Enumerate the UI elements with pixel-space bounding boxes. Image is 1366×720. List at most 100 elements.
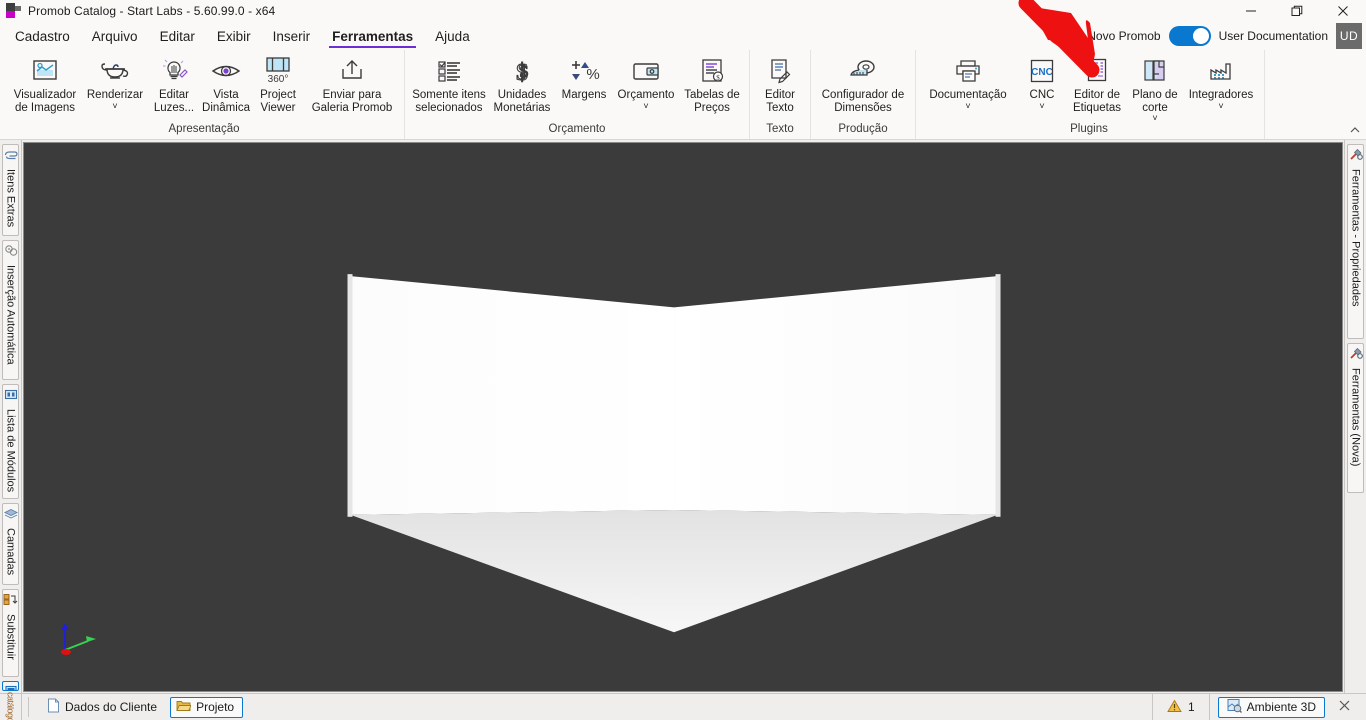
folder-icon bbox=[176, 699, 192, 715]
sidebar-item-lista-de-modulos[interactable]: Lista de Módulos bbox=[2, 383, 19, 500]
ribbon-group-label: Plugins bbox=[1070, 123, 1108, 135]
toggle-knob bbox=[1192, 28, 1209, 44]
status-tab-projeto[interactable]: Projeto bbox=[170, 696, 244, 718]
ribbon-button-cnc[interactable]: CNC CNC ˅ bbox=[1016, 52, 1068, 111]
menu-item-arquivo[interactable]: Arquivo bbox=[81, 22, 149, 50]
maximize-button[interactable] bbox=[1274, 0, 1320, 22]
ribbon-button-editor-texto[interactable]: Editor Texto bbox=[754, 52, 806, 114]
menu-item-exibir[interactable]: Exibir bbox=[206, 22, 262, 50]
ribbon-button-editar-luzes[interactable]: Editar Luzes... bbox=[148, 52, 200, 114]
environment-tab-label: Ambiente 3D bbox=[1246, 700, 1316, 714]
sidebar-item-ferramentas-propriedades[interactable]: Ferramentas - Propriedades bbox=[1347, 144, 1364, 339]
environment-tab-ambiente-3d[interactable]: Ambiente 3D bbox=[1217, 696, 1325, 718]
ribbon-button-visualizador-de-imagens[interactable]: Visualizador de Imagens bbox=[8, 52, 82, 114]
chevron-down-icon[interactable]: ˅ bbox=[1039, 101, 1044, 111]
environment-close-button[interactable] bbox=[1331, 700, 1358, 714]
chevron-down-icon[interactable]: ˅ bbox=[643, 101, 648, 111]
close-button[interactable] bbox=[1320, 0, 1366, 22]
sidebar-item-label: Ferramentas (Nova) bbox=[1349, 368, 1362, 467]
ribbon-button-label: Vista Dinâmica bbox=[202, 89, 250, 114]
upload-gallery-icon bbox=[335, 55, 369, 87]
status-tab-dados-do-cliente[interactable]: Dados do Cliente bbox=[41, 697, 166, 718]
menu-item-inserir[interactable]: Inserir bbox=[262, 22, 322, 50]
workspace: Itens Extras Inserção Automática Lista d… bbox=[0, 140, 1366, 693]
chevron-down-icon[interactable]: ˅ bbox=[965, 101, 970, 111]
viewport-3d[interactable] bbox=[23, 142, 1343, 692]
novo-promob-toggle[interactable] bbox=[1168, 26, 1211, 46]
chevron-down-icon[interactable]: ˅ bbox=[1218, 101, 1223, 111]
menu-item-cadastro[interactable]: Cadastro bbox=[4, 22, 81, 50]
sidebar-item-itens-extras[interactable]: Itens Extras bbox=[2, 144, 19, 236]
ribbon-button-project-viewer[interactable]: 360° Project Viewer bbox=[252, 52, 304, 114]
ribbon-button-plano-de-corte[interactable]: Plano de corte ˅ bbox=[1126, 52, 1184, 123]
catalog-logo: catálogo bbox=[0, 691, 22, 720]
menu-item-ferramentas[interactable]: Ferramentas bbox=[321, 22, 424, 50]
ribbon-button-vista-dinamica[interactable]: Vista Dinâmica bbox=[200, 52, 252, 114]
menu-label: Ferramentas bbox=[332, 28, 414, 44]
avatar-initials: UD bbox=[1339, 29, 1359, 43]
document-icon bbox=[47, 698, 60, 716]
ribbon-button-enviar-para-galeria-promob[interactable]: Enviar para Galeria Promob bbox=[304, 52, 400, 114]
tools-new-icon bbox=[1349, 347, 1363, 365]
warning-indicator[interactable]: 1 bbox=[1151, 694, 1209, 720]
ribbon-button-renderizar[interactable]: Renderizar ˅ bbox=[82, 52, 148, 111]
sidebar-item-label: Substituir bbox=[4, 614, 17, 661]
svg-text:%: % bbox=[586, 66, 599, 83]
ribbon-group-apresentacao: Visualizador de Imagens Renderizar ˅ Edi… bbox=[4, 50, 404, 139]
teapot-render-icon bbox=[98, 55, 132, 87]
printer-documentation-icon bbox=[951, 55, 985, 87]
avatar[interactable]: UD bbox=[1336, 23, 1362, 49]
ribbon-button-configurador-de-dimensoes[interactable]: Configurador de Dimensões bbox=[815, 52, 911, 114]
sidebar-item-label: Itens Extras bbox=[4, 169, 17, 228]
sidebar-item-label: Inserção Automática bbox=[4, 264, 17, 365]
ribbon-button-label: Margens bbox=[561, 89, 607, 101]
ribbon-button-editor-de-etiquetas[interactable]: Editor de Etiquetas bbox=[1068, 52, 1126, 114]
sidebar-item-catalogo[interactable]: Catálogo bbox=[2, 681, 19, 691]
svg-text:$: $ bbox=[716, 74, 720, 82]
minimize-icon bbox=[1246, 10, 1256, 12]
ribbon-button-label: Renderizar bbox=[86, 89, 144, 101]
ribbon-button-label: Enviar para Galeria Promob bbox=[311, 89, 393, 114]
menu-label: Exibir bbox=[216, 28, 251, 44]
svg-text:360°: 360° bbox=[268, 74, 289, 85]
ribbon-button-documentacao[interactable]: Documentação ˅ bbox=[920, 52, 1016, 111]
ribbon-button-label: Editar Luzes... bbox=[153, 89, 195, 114]
menu-item-ajuda[interactable]: Ajuda bbox=[424, 22, 481, 50]
ribbon-button-integradores[interactable]: Integradores ˅ bbox=[1184, 52, 1258, 111]
currency-dollar-icon: $ $ bbox=[505, 55, 539, 87]
status-bar-right: 1 Ambiente 3D bbox=[1151, 694, 1366, 720]
warning-count: 1 bbox=[1187, 700, 1195, 714]
menu-item-editar[interactable]: Editar bbox=[149, 22, 206, 50]
status-tabs: Dados do Cliente Projeto bbox=[35, 694, 244, 720]
checklist-icon bbox=[432, 55, 466, 87]
ribbon-button-somente-itens-selecionados[interactable]: Somente itens selecionados bbox=[409, 52, 489, 114]
factory-integrators-icon bbox=[1204, 55, 1238, 87]
auto-insert-icon bbox=[4, 244, 18, 262]
ribbon-button-orcamento[interactable]: Orçamento ˅ bbox=[613, 52, 679, 111]
sidebar-item-insercao-automatica[interactable]: Inserção Automática bbox=[2, 239, 19, 380]
sidebar-item-camadas[interactable]: Camadas bbox=[2, 503, 19, 586]
ribbon-button-tabelas-de-precos[interactable]: $ Tabelas de Preços bbox=[679, 52, 745, 114]
left-dock-rail: Itens Extras Inserção Automática Lista d… bbox=[0, 140, 22, 693]
ribbon-button-label: Configurador de Dimensões bbox=[821, 89, 905, 114]
sidebar-item-label: Camadas bbox=[4, 528, 17, 576]
menu-label: Cadastro bbox=[15, 28, 70, 44]
ribbon-button-unidades-monetarias[interactable]: $ $ Unidades Monetárias bbox=[489, 52, 555, 114]
ribbon-button-margens[interactable]: % Margens bbox=[555, 52, 613, 102]
ribbon-collapse-button[interactable] bbox=[1349, 126, 1361, 137]
svg-text:CNC: CNC bbox=[1031, 67, 1053, 78]
ribbon-button-label: Editor Texto bbox=[764, 89, 796, 114]
title-bar: Promob Catalog - Start Labs - 5.60.99.0 … bbox=[0, 0, 1366, 22]
ribbon-button-label: Visualizador de Imagens bbox=[13, 89, 77, 114]
menu-label: Arquivo bbox=[91, 28, 138, 44]
catalog-logo-text: catálogo bbox=[5, 691, 16, 720]
sidebar-item-substituir[interactable]: Substituir bbox=[2, 589, 19, 677]
ribbon-button-label: CNC bbox=[1029, 89, 1055, 101]
sidebar-item-ferramentas-nova[interactable]: Ferramentas (Nova) bbox=[1347, 343, 1364, 493]
ribbon-button-label: Editor de Etiquetas bbox=[1073, 89, 1121, 114]
dynamic-view-eye-icon bbox=[209, 55, 243, 87]
chevron-down-icon[interactable]: ˅ bbox=[112, 101, 117, 111]
chevron-up-icon bbox=[1350, 127, 1360, 133]
minimize-button[interactable] bbox=[1228, 0, 1274, 22]
application-window: Promob Catalog - Start Labs - 5.60.99.0 … bbox=[0, 0, 1366, 720]
